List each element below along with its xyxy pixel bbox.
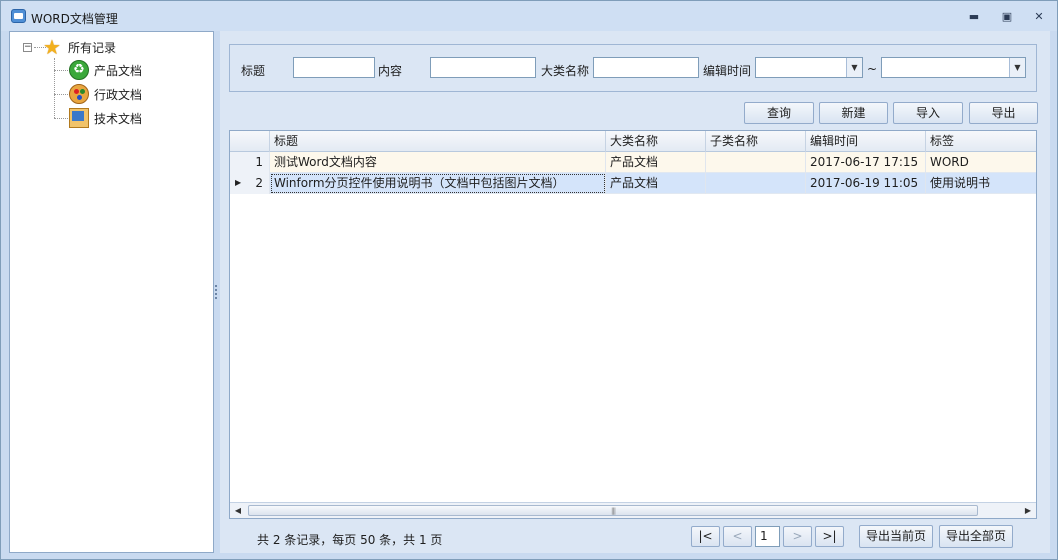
tree-node-tech-docs[interactable]: 技术文档 bbox=[69, 108, 142, 128]
tree-node-all-records[interactable]: ★ 所有记录 bbox=[43, 37, 116, 57]
tree-node-product-docs[interactable]: ♻ 产品文档 bbox=[69, 60, 142, 80]
star-icon: ★ bbox=[43, 35, 61, 59]
close-button[interactable]: ✕ bbox=[1031, 10, 1047, 24]
tree-node-label: 行政文档 bbox=[94, 87, 143, 102]
window-title: WORD文档管理 bbox=[31, 12, 118, 26]
first-page-button[interactable]: |< bbox=[691, 526, 720, 547]
cell-title[interactable]: Winform分页控件使用说明书（文档中包括图片文档） bbox=[270, 173, 606, 194]
splitter-handle[interactable] bbox=[215, 285, 218, 299]
cell-subcategory[interactable] bbox=[706, 173, 806, 194]
content-filter-input[interactable] bbox=[430, 57, 536, 78]
category-tree: − ★ 所有记录 ♻ 产品文档 行政文档 技术文档 bbox=[9, 31, 214, 553]
grip-icon: ||| bbox=[611, 507, 616, 515]
palette-icon bbox=[69, 84, 89, 104]
cell-edit-time[interactable]: 2017-06-17 17:15 bbox=[806, 152, 926, 173]
content-filter-label: 内容 bbox=[378, 64, 403, 78]
tree-node-label: 产品文档 bbox=[94, 63, 143, 78]
category-filter-input[interactable] bbox=[593, 57, 699, 78]
horizontal-scrollbar[interactable]: ◀ ||| ▶ bbox=[230, 502, 1036, 518]
column-header-category[interactable]: 大类名称 bbox=[606, 131, 706, 152]
record-summary: 共 2 条记录，每页 50 条，共 1 页 bbox=[257, 533, 443, 547]
cell-title[interactable]: 测试Word文档内容 bbox=[270, 152, 606, 173]
table-row[interactable]: 2 ▶ Winform分页控件使用说明书（文档中包括图片文档） 产品文档 201… bbox=[230, 173, 1036, 194]
title-filter-input[interactable] bbox=[293, 57, 375, 78]
edit-time-label: 编辑时间 bbox=[703, 64, 752, 78]
range-separator: ~ bbox=[867, 62, 878, 76]
data-grid: 标题 大类名称 子类名称 编辑时间 标签 1 测试Word文档内容 产品文档 2… bbox=[229, 130, 1037, 519]
chevron-down-icon[interactable]: ▼ bbox=[846, 58, 862, 77]
tree-node-label: 技术文档 bbox=[94, 111, 143, 126]
scroll-right-icon[interactable]: ▶ bbox=[1020, 503, 1036, 518]
minimize-button[interactable]: ▬ bbox=[966, 10, 982, 24]
grid-header: 标题 大类名称 子类名称 编辑时间 标签 bbox=[230, 131, 1036, 152]
tree-connector bbox=[54, 94, 68, 95]
cell-subcategory[interactable] bbox=[706, 152, 806, 173]
tree-connector bbox=[54, 70, 68, 71]
next-page-button[interactable]: > bbox=[783, 526, 812, 547]
column-header-edit-time[interactable]: 编辑时间 bbox=[806, 131, 926, 152]
export-all-pages-button[interactable]: 导出全部页 bbox=[939, 525, 1013, 548]
cell-tag[interactable]: 使用说明书 bbox=[926, 173, 1036, 194]
row-header-corner bbox=[230, 131, 270, 152]
scroll-thumb[interactable]: ||| bbox=[248, 505, 978, 516]
time-to-picker[interactable]: ▼ bbox=[881, 57, 1026, 78]
filter-panel: 标题 内容 大类名称 编辑时间 ▼ ~ ▼ bbox=[229, 44, 1037, 92]
column-header-tag[interactable]: 标签 bbox=[926, 131, 1036, 152]
table-row[interactable]: 1 测试Word文档内容 产品文档 2017-06-17 17:15 WORD bbox=[230, 152, 1036, 173]
prev-page-button[interactable]: < bbox=[723, 526, 752, 547]
title-filter-label: 标题 bbox=[241, 64, 266, 78]
app-icon bbox=[11, 9, 26, 23]
scroll-left-icon[interactable]: ◀ bbox=[230, 503, 246, 518]
export-current-page-button[interactable]: 导出当前页 bbox=[859, 525, 933, 548]
chevron-down-icon[interactable]: ▼ bbox=[1009, 58, 1025, 77]
page-number-input[interactable]: 1 bbox=[755, 526, 780, 547]
tree-node-label: 所有记录 bbox=[68, 40, 117, 55]
title-bar: WORD文档管理 ▬ ▣ ✕ bbox=[1, 1, 1057, 31]
current-row-indicator-icon: ▶ bbox=[235, 178, 242, 187]
cell-category[interactable]: 产品文档 bbox=[606, 152, 706, 173]
main-panel: 标题 内容 大类名称 编辑时间 ▼ ~ ▼ 查询 新建 导入 导出 标题 大类名… bbox=[220, 31, 1050, 553]
row-number: 1 bbox=[230, 152, 270, 173]
tree-node-admin-docs[interactable]: 行政文档 bbox=[69, 84, 142, 104]
recycle-icon: ♻ bbox=[69, 60, 89, 80]
export-button[interactable]: 导出 bbox=[969, 102, 1038, 124]
cell-tag[interactable]: WORD bbox=[926, 152, 1036, 173]
new-button[interactable]: 新建 bbox=[819, 102, 888, 124]
column-header-subcategory[interactable]: 子类名称 bbox=[706, 131, 806, 152]
tree-connector bbox=[54, 58, 55, 118]
cell-edit-time[interactable]: 2017-06-19 11:05 bbox=[806, 173, 926, 194]
import-button[interactable]: 导入 bbox=[893, 102, 963, 124]
time-from-picker[interactable]: ▼ bbox=[755, 57, 863, 78]
tree-connector bbox=[54, 118, 68, 119]
cell-category[interactable]: 产品文档 bbox=[606, 173, 706, 194]
document-icon bbox=[69, 108, 89, 128]
maximize-button[interactable]: ▣ bbox=[999, 10, 1015, 24]
last-page-button[interactable]: >| bbox=[815, 526, 844, 547]
column-header-title[interactable]: 标题 bbox=[270, 131, 606, 152]
query-button[interactable]: 查询 bbox=[744, 102, 814, 124]
category-filter-label: 大类名称 bbox=[541, 64, 590, 78]
collapse-icon[interactable]: − bbox=[23, 43, 32, 52]
app-window: WORD文档管理 ▬ ▣ ✕ − ★ 所有记录 ♻ 产品文档 行政文档 技术文档 bbox=[0, 0, 1058, 560]
